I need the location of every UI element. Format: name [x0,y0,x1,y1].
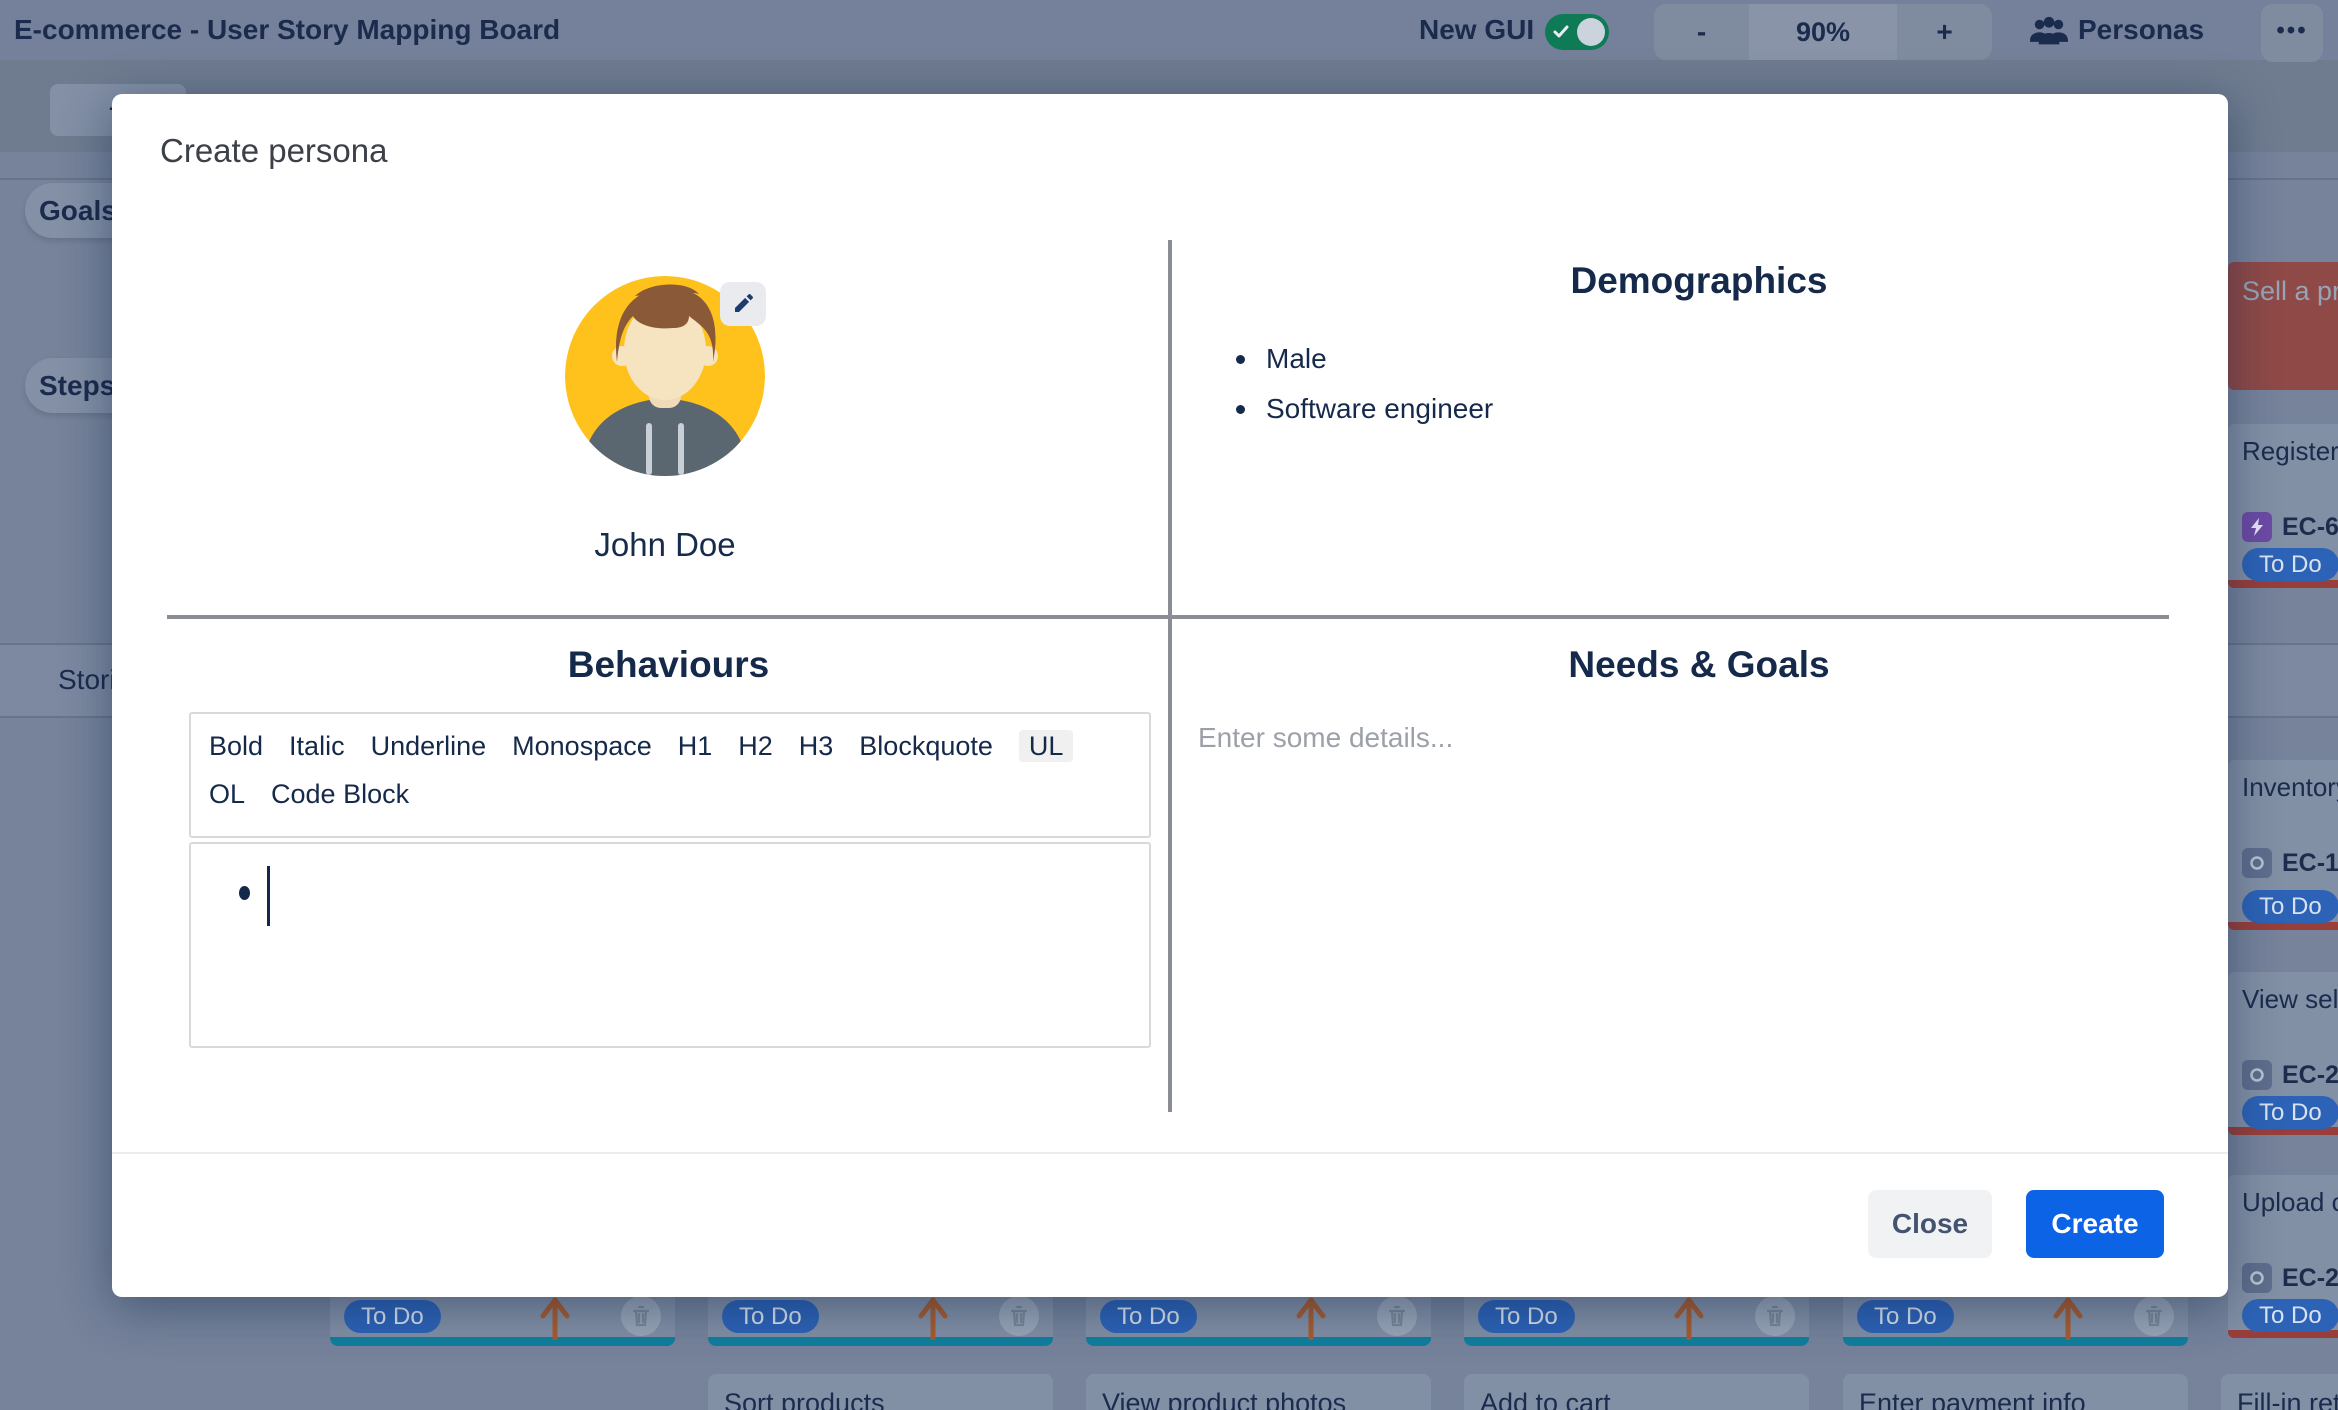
story-card[interactable]: View product photos [1086,1374,1431,1410]
status-badge: To Do [722,1300,819,1333]
story-card-ec67[interactable]: Register se EC-67 To Do [2228,424,2338,588]
create-button[interactable]: Create [2026,1190,2164,1258]
board-title: E-commerce - User Story Mapping Board [14,0,560,60]
status-badge: To Do [2242,890,2338,923]
edit-avatar-button[interactable] [720,282,766,326]
arrow-up-icon[interactable] [535,1296,575,1340]
ol-button[interactable]: OL [209,778,245,810]
issue-key: EC-22 [2282,1061,2338,1090]
text-cursor [267,866,270,926]
code-block-button[interactable]: Code Block [271,778,409,810]
story-card[interactable]: Fill-in retai [2221,1374,2338,1410]
personas-label: Personas [2078,14,2204,46]
italic-button[interactable]: Italic [289,730,345,762]
trash-icon[interactable] [621,1296,661,1336]
status-badge: To Do [344,1300,441,1333]
card-title: Add to cart [1480,1388,1793,1410]
h2-button[interactable]: H2 [738,730,773,762]
check-icon [1552,23,1570,41]
pencil-icon [731,292,755,316]
ul-button[interactable]: UL [1019,730,1074,762]
list-bullet [239,886,250,900]
footer-divider [112,1152,2228,1154]
modal-title: Create persona [160,132,387,170]
arrow-up-icon[interactable] [1291,1296,1331,1340]
story-card[interactable]: Enter payment info [1843,1374,2188,1410]
card-title: Sort products [724,1388,1037,1410]
create-persona-modal: Create persona John Doe Demogra [112,94,2228,1297]
h3-button[interactable]: H3 [799,730,834,762]
zoom-level: 90% [1749,4,1897,60]
story-card-ec27[interactable]: Upload cer EC-27 To Do [2228,1175,2338,1338]
bold-button[interactable]: Bold [209,730,263,762]
toggle-knob [1577,18,1605,46]
story-card[interactable]: Add to cart [1464,1374,1809,1410]
story-icon [2242,1263,2272,1293]
demographics-heading: Demographics [1190,260,2208,302]
card-title: Enter payment info [1859,1388,2172,1410]
issue-key: EC-67 [2282,513,2338,542]
arrow-up-icon[interactable] [1669,1296,1709,1340]
underline-button[interactable]: Underline [371,730,487,762]
personas-button[interactable]: Personas [2030,0,2204,60]
more-options-button[interactable]: ••• [2261,4,2323,62]
card-title: Fill-in retai [2237,1388,2338,1410]
h1-button[interactable]: H1 [678,730,713,762]
bolt-icon [2242,512,2272,542]
demographics-item: Male [1262,334,1493,384]
issue-key: EC-27 [2282,1264,2338,1293]
new-gui-toggle[interactable] [1545,14,1609,50]
zoom-out-button[interactable]: - [1654,4,1749,60]
quadrant-horizontal-divider [167,615,2169,619]
blockquote-button[interactable]: Blockquote [859,730,993,762]
behaviours-heading: Behaviours [167,644,1170,686]
card-title: View seller [2242,984,2338,1015]
trash-icon[interactable] [999,1296,1039,1336]
status-badge: To Do [1478,1300,1575,1333]
story-card[interactable]: Sort products [708,1374,1053,1410]
arrow-up-icon[interactable] [913,1296,953,1340]
trash-icon[interactable] [1377,1296,1417,1336]
card-title: Register se [2242,436,2338,467]
story-card-ec22[interactable]: View seller EC-22 To Do [2228,972,2338,1135]
people-icon [2030,15,2068,45]
trash-icon[interactable] [2134,1296,2174,1336]
status-badge: To Do [1857,1300,1954,1333]
card-title: Upload cer [2242,1187,2338,1218]
card-title: Inventory p [2242,772,2338,803]
needs-goals-input[interactable]: Enter some details... [1198,722,1453,754]
card-title: View product photos [1102,1388,1415,1410]
demographics-list[interactable]: Male Software engineer [1262,334,1493,434]
demographics-item: Software engineer [1262,384,1493,434]
monospace-button[interactable]: Monospace [512,730,652,762]
richtext-toolbar: Bold Italic Underline Monospace H1 H2 H3… [189,712,1151,838]
status-badge: To Do [2242,548,2338,581]
status-badge: To Do [2242,1299,2338,1332]
story-icon [2242,848,2272,878]
story-icon [2242,1060,2272,1090]
close-button[interactable]: Close [1868,1190,1992,1258]
persona-name: John Doe [465,526,865,564]
trash-icon[interactable] [1755,1296,1795,1336]
status-badge: To Do [1100,1300,1197,1333]
epic-card-title: Sell a prod [2242,276,2338,307]
zoom-in-button[interactable]: + [1897,4,1992,60]
behaviours-editor[interactable] [189,842,1151,1048]
arrow-up-icon[interactable] [2048,1296,2088,1340]
zoom-control: - 90% + [1654,4,1992,60]
status-badge: To Do [2242,1096,2338,1129]
issue-key: EC-16 [2282,849,2338,878]
epic-card[interactable]: Sell a prod [2228,262,2338,390]
story-card-ec16[interactable]: Inventory p EC-16 To Do [2228,760,2338,930]
new-gui-label: New GUI [1419,0,1534,60]
needs-goals-heading: Needs & Goals [1190,644,2208,686]
